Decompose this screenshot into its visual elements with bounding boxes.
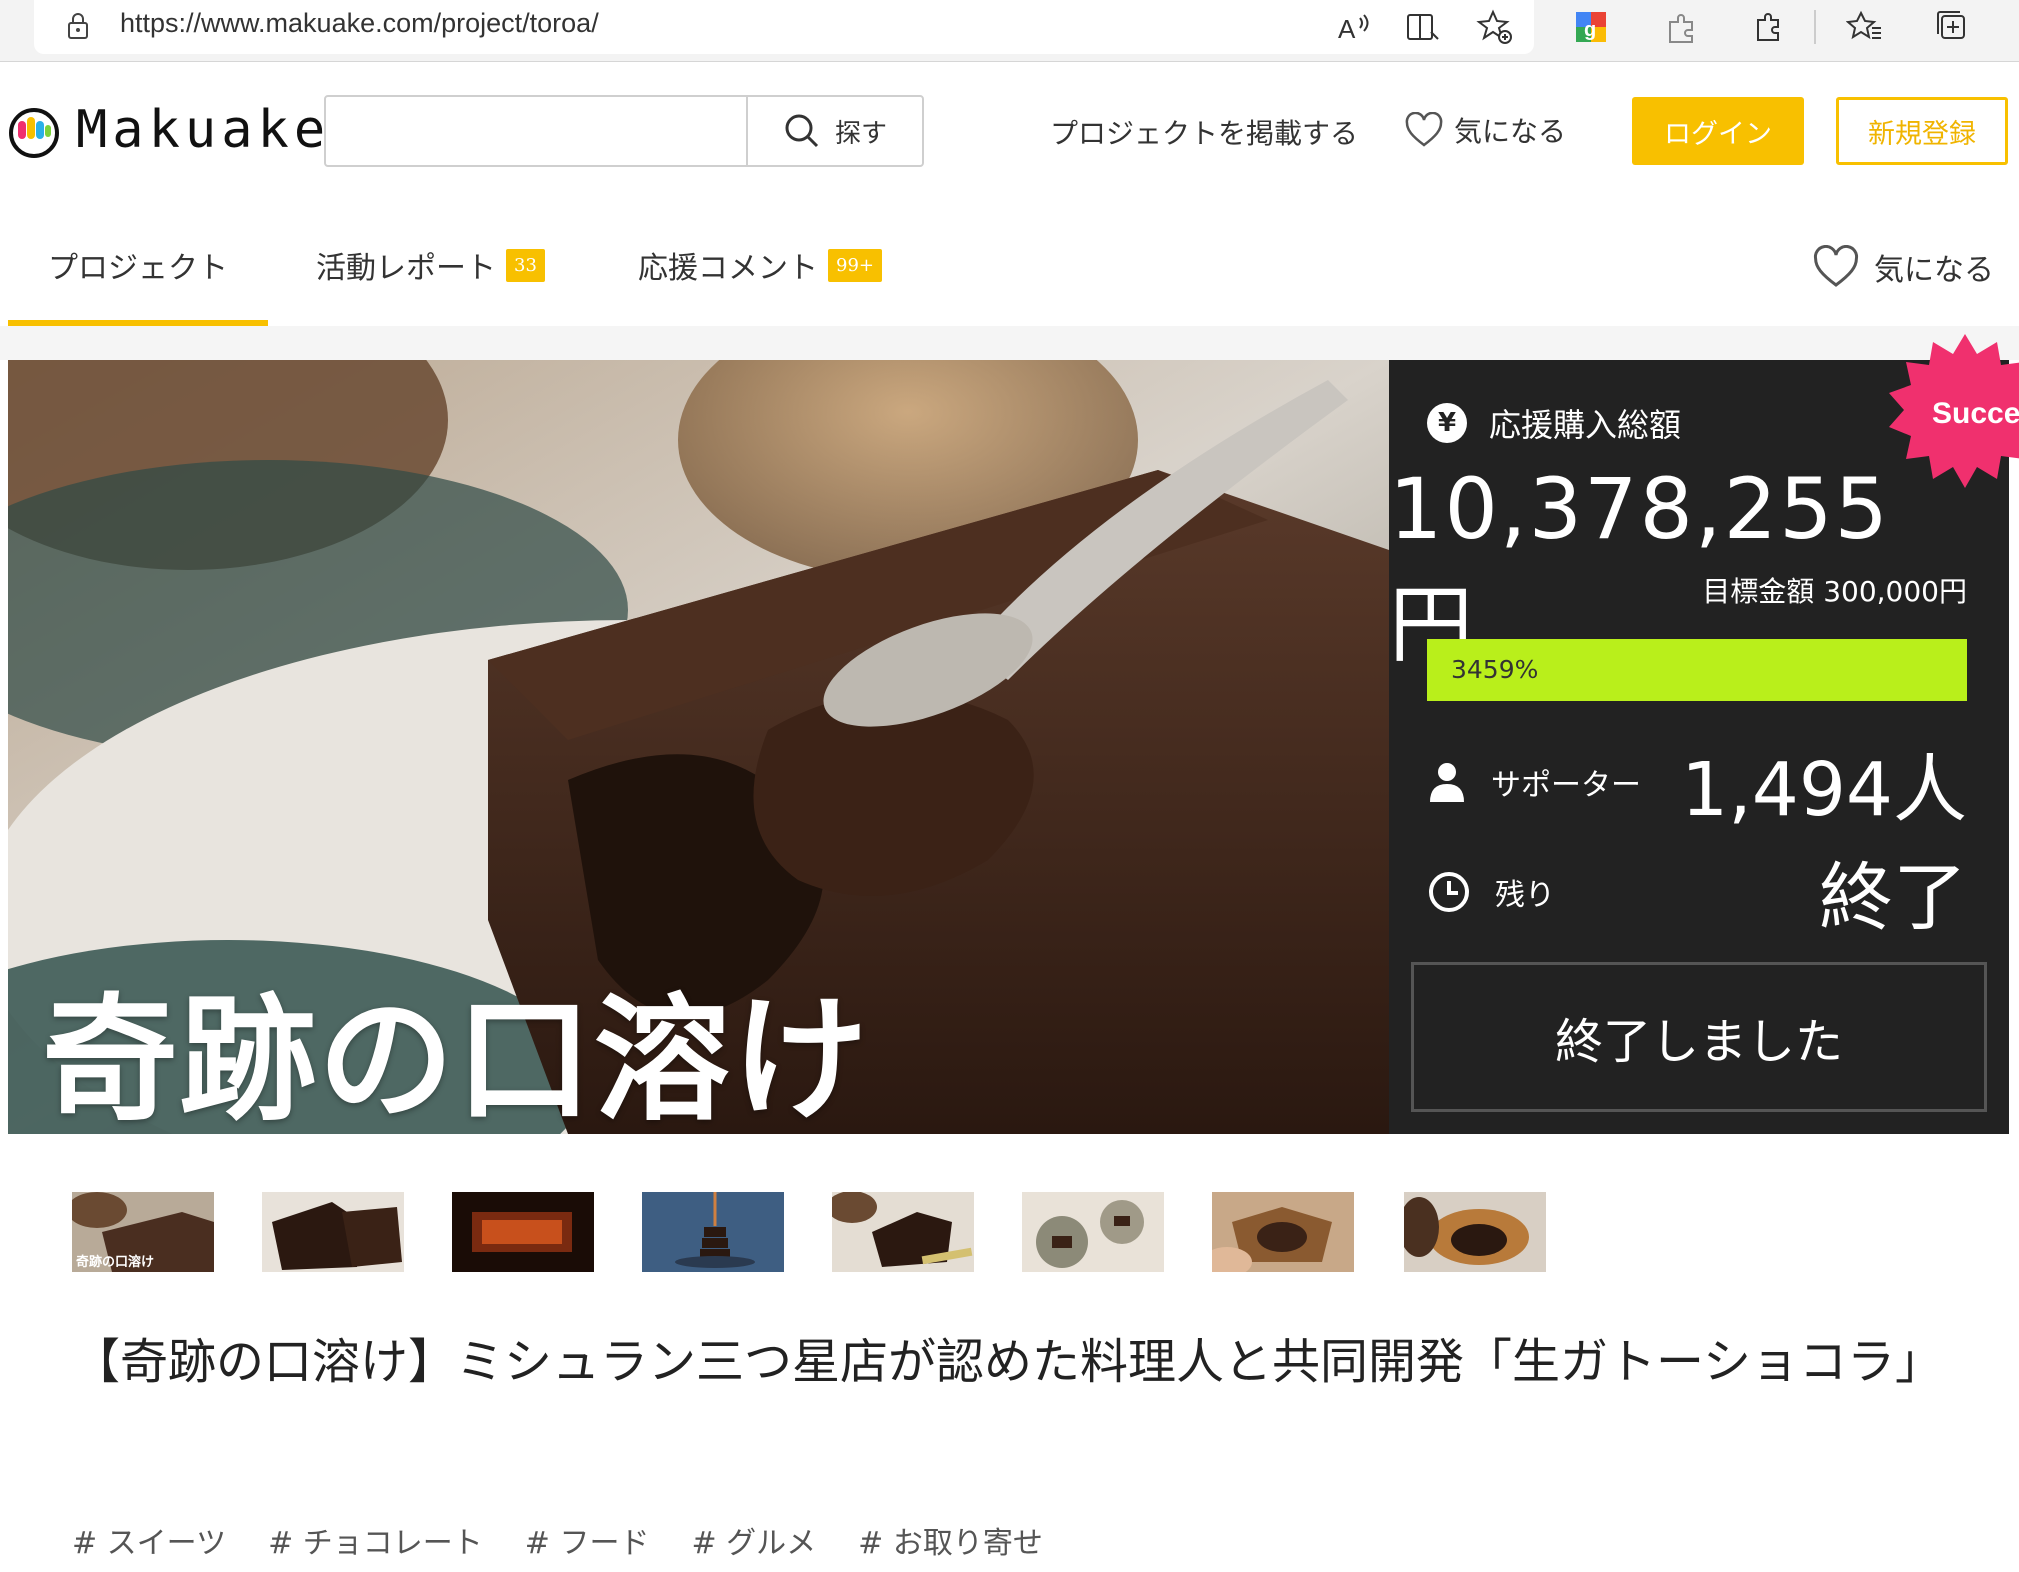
thumbnail-2[interactable] <box>262 1192 404 1272</box>
favorites-icon[interactable] <box>1846 8 1884 46</box>
header-favorite-link[interactable]: 気になる <box>1404 110 1566 150</box>
svg-text:A: A <box>1338 14 1356 44</box>
thumbnail-image <box>262 1192 404 1272</box>
heart-icon <box>1405 112 1443 147</box>
thumbnail-image <box>642 1192 784 1272</box>
goal-amount: 目標金額 300,000円 <box>1702 575 1967 608</box>
makuake-logo-text[interactable]: Makuake <box>76 100 330 160</box>
tag-link[interactable]: # スイーツ <box>72 1518 226 1562</box>
thumbnail-7[interactable] <box>1212 1192 1354 1272</box>
project-tags: # スイーツ # チョコレート # フード # グルメ # お取り寄せ <box>72 1518 1043 1562</box>
activity-report-count-badge: 33 <box>506 248 545 282</box>
thumbnail-8[interactable] <box>1404 1192 1546 1272</box>
progress-bar: 3459% <box>1427 639 1967 701</box>
total-amount-label: 応援購入総額 <box>1489 406 1682 444</box>
progress-percent-label: 3459% <box>1451 655 1539 684</box>
section-divider <box>0 326 2019 360</box>
tab-project[interactable]: プロジェクト <box>48 243 228 287</box>
tab-favorite-label: 気になる <box>1874 253 1994 288</box>
lock-icon <box>68 13 88 39</box>
remaining-value: 終了 <box>1819 855 1967 941</box>
signup-button[interactable]: 新規登録 <box>1836 97 2008 165</box>
tab-activity-report[interactable]: 活動レポート 33 <box>316 243 545 287</box>
google-extension-icon[interactable]: g <box>1572 8 1610 46</box>
thumbnail-image: 奇跡の口溶け <box>72 1192 214 1272</box>
thumbnail-5[interactable] <box>832 1192 974 1272</box>
supporters-value: 1,494人 <box>1681 747 1967 833</box>
login-button[interactable]: ログイン <box>1632 97 1804 165</box>
add-favorite-icon[interactable] <box>1476 8 1514 46</box>
hero-image[interactable]: 奇跡の口溶け <box>8 360 1389 1134</box>
comments-count-badge: 99+ <box>828 248 882 282</box>
thumbnail-image <box>832 1192 974 1272</box>
success-badge-label: Success! <box>1932 397 2019 430</box>
post-project-link[interactable]: プロジェクトを掲載する <box>1050 112 1358 152</box>
thumbnail-image <box>452 1192 594 1272</box>
tag-link[interactable]: # チョコレート <box>268 1518 483 1562</box>
search-input[interactable] <box>326 97 746 165</box>
thumbnail-1[interactable]: 奇跡の口溶け <box>72 1192 214 1272</box>
thumbnail-image <box>1022 1192 1164 1272</box>
toolbar-divider <box>1814 10 1816 44</box>
tag-link[interactable]: # お取り寄せ <box>858 1518 1043 1562</box>
search-box: 探す <box>324 95 924 167</box>
success-badge: Success! <box>1889 334 2019 488</box>
tag-link[interactable]: # グルメ <box>691 1518 816 1562</box>
immersive-reader-icon[interactable] <box>1404 8 1442 46</box>
url-text[interactable]: https://www.makuake.com/project/toroa/ <box>120 8 599 39</box>
remaining-row: 残り <box>1427 870 1555 914</box>
extension-puzzle-gray-icon[interactable] <box>1664 8 1702 46</box>
clock-icon <box>1429 872 1469 912</box>
collections-icon[interactable] <box>1934 8 1972 46</box>
tag-link[interactable]: # フード <box>525 1518 650 1562</box>
remaining-label: 残り <box>1495 878 1555 913</box>
read-aloud-icon[interactable]: A <box>1334 8 1372 46</box>
total-amount-label-row: ¥ 応援購入総額 <box>1427 400 1681 446</box>
tab-activity-report-label: 活動レポート <box>316 251 496 286</box>
project-title: 【奇跡の口溶け】ミシュラン三つ星店が認めた料理人と共同開発「生ガトーショコラ」 <box>72 1334 1944 1390</box>
supporters-row: サポーター <box>1427 760 1641 804</box>
search-button-label: 探す <box>834 118 887 149</box>
thumbnail-6[interactable] <box>1022 1192 1164 1272</box>
person-icon <box>1430 763 1464 802</box>
project-ended-button[interactable]: 終了しました <box>1411 962 1987 1112</box>
makuake-logo-icon[interactable] <box>8 107 60 159</box>
extensions-icon[interactable] <box>1750 8 1788 46</box>
browser-toolbar: https://www.makuake.com/project/toroa/ A… <box>0 0 2019 62</box>
thumbnail-3[interactable] <box>452 1192 594 1272</box>
address-bar[interactable]: https://www.makuake.com/project/toroa/ <box>34 0 1534 54</box>
search-button[interactable]: 探す <box>746 97 922 165</box>
tab-favorite-button[interactable]: 気になる <box>1812 245 1994 289</box>
svg-text:g: g <box>1584 19 1596 41</box>
supporters-label: サポーター <box>1491 768 1641 803</box>
search-icon <box>785 114 819 148</box>
tab-project-label: プロジェクト <box>48 251 228 286</box>
thumbnail-image <box>1212 1192 1354 1272</box>
thumbnail-image <box>1404 1192 1546 1272</box>
header-favorite-label: 気になる <box>1454 115 1567 148</box>
thumbnail-4[interactable] <box>642 1192 784 1272</box>
tab-comments-label: 応援コメント <box>638 251 818 286</box>
thumbnail-caption: 奇跡の口溶け <box>76 1254 154 1270</box>
tab-comments[interactable]: 応援コメント 99+ <box>638 243 882 287</box>
hero-caption: 奇跡の口溶け <box>42 980 870 1134</box>
yen-icon: ¥ <box>1427 403 1467 443</box>
heart-icon <box>1813 245 1859 287</box>
